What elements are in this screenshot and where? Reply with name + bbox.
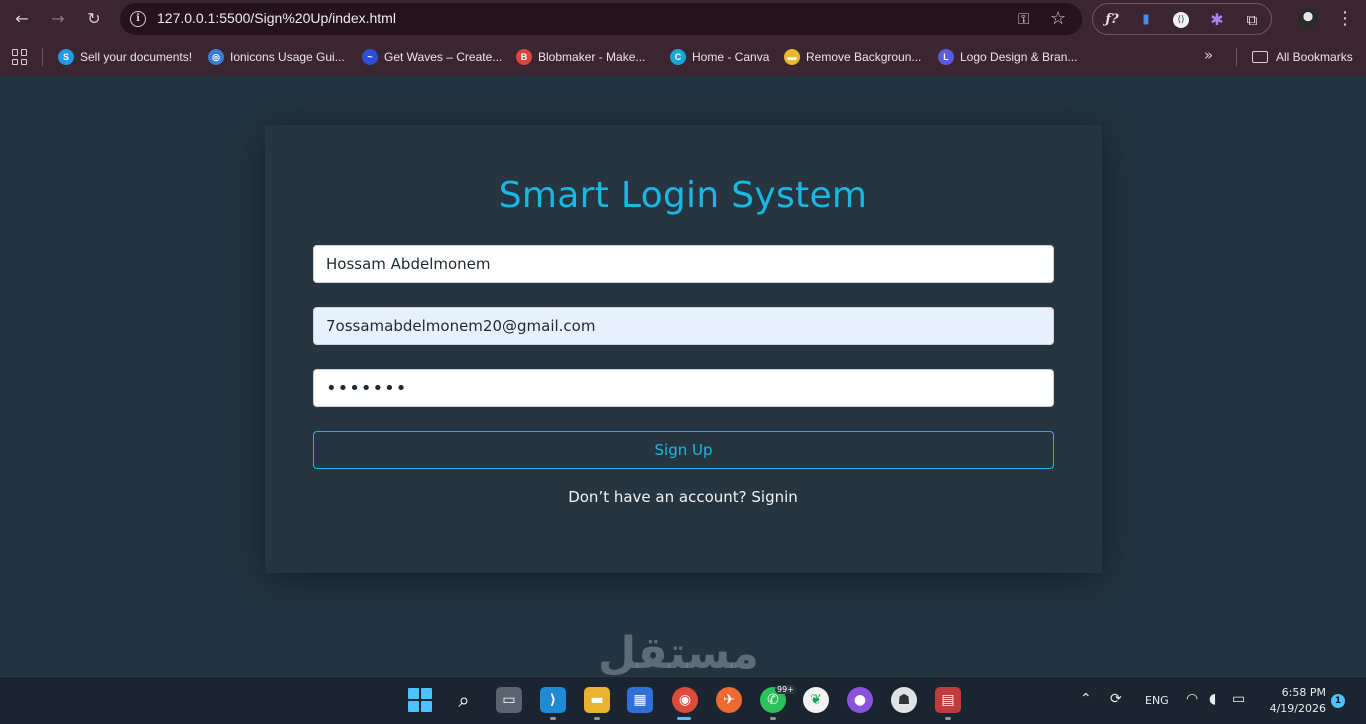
formula-extension-icon[interactable]: ƒ?	[1103, 11, 1121, 29]
account-prompt: Don’t have an account? Signin	[0, 488, 1366, 506]
postman-icon[interactable]: ✈	[716, 687, 742, 713]
bookmark-item[interactable]: B Blobmaker - Make...	[516, 47, 645, 67]
search-icon[interactable]: ⌕	[451, 687, 477, 713]
bookmark-favicon-icon: ▬	[784, 49, 800, 65]
running-indicator	[550, 717, 556, 720]
apps-grid-icon[interactable]	[12, 49, 28, 65]
name-input[interactable]	[313, 245, 1054, 283]
forward-arrow-icon[interactable]: →	[46, 7, 70, 31]
dev-extension-icon[interactable]: ⟨⟩	[1173, 12, 1189, 28]
address-bar[interactable]: i 127.0.0.1:5500/Sign%20Up/index.html ⚿ …	[120, 3, 1082, 35]
signup-button[interactable]: Sign Up	[313, 431, 1054, 469]
document-extension-icon[interactable]: ▮	[1137, 11, 1155, 29]
bookmark-favicon-icon: L	[938, 49, 954, 65]
whatsapp-badge: 99+	[775, 685, 796, 694]
address-url[interactable]: 127.0.0.1:5500/Sign%20Up/index.html	[157, 10, 396, 26]
running-indicator	[677, 717, 691, 720]
running-indicator	[945, 717, 951, 720]
clock-time: 6:58 PM	[1281, 686, 1326, 699]
mongodb-icon[interactable]: ❦	[803, 687, 829, 713]
extensions-group: ƒ? ▮ ⟨⟩ ✱ ⧉	[1092, 3, 1272, 35]
all-bookmarks-label: All Bookmarks	[1276, 50, 1353, 64]
taskbar: ⌕ ▭ ⟩ ▬ ▦ ◉ ✈ ✆ 99+ ❦ ● ☗ ▤ ⌃ ⟳ ENG ◠ ◖ …	[0, 676, 1366, 724]
watermark-logo: مستقل	[598, 628, 759, 679]
bookmark-label: Blobmaker - Make...	[538, 50, 646, 64]
bookmarks-bar: S Sell your documents! ◎ Ionicons Usage …	[0, 38, 1366, 76]
task-view-icon[interactable]: ▭	[496, 687, 522, 713]
bookmark-favicon-icon: ~	[362, 49, 378, 65]
volume-icon[interactable]: ◖	[1209, 691, 1216, 724]
bookmark-label: Get Waves – Create...	[384, 50, 503, 64]
sync-icon[interactable]: ⟳	[1110, 691, 1122, 724]
site-info-icon[interactable]: i	[130, 11, 146, 27]
page-title: Smart Login System	[498, 175, 868, 216]
bookmark-item[interactable]: ◎ Ionicons Usage Gui...	[208, 47, 345, 67]
back-arrow-icon[interactable]: ←	[10, 7, 34, 31]
bookmark-item[interactable]: ▬ Remove Backgroun...	[784, 47, 921, 67]
vscode-icon[interactable]: ⟩	[540, 687, 566, 713]
bookmark-item[interactable]: S Sell your documents!	[58, 47, 192, 67]
bookmark-item[interactable]: L Logo Design & Bran...	[938, 47, 1077, 67]
all-bookmarks-button[interactable]: All Bookmarks	[1252, 47, 1353, 67]
gear-extension-icon[interactable]: ✱	[1208, 11, 1226, 29]
file-explorer-icon[interactable]: ▬	[584, 687, 610, 713]
bookmark-favicon-icon: B	[516, 49, 532, 65]
running-indicator	[770, 717, 776, 720]
browser-menu-icon[interactable]: ⋮	[1336, 7, 1354, 31]
bookmark-item[interactable]: C Home - Canva	[670, 47, 769, 67]
language-indicator[interactable]: ENG	[1145, 694, 1169, 724]
bookmark-favicon-icon: S	[58, 49, 74, 65]
bookmark-label: Home - Canva	[692, 50, 770, 64]
store-icon[interactable]: ▦	[627, 687, 653, 713]
extensions-puzzle-icon[interactable]: ⧉	[1243, 11, 1261, 29]
bookmark-label: Remove Backgroun...	[806, 50, 922, 64]
browser-chrome: ← → ↻ i 127.0.0.1:5500/Sign%20Up/index.h…	[0, 0, 1366, 76]
bookmark-label: Logo Design & Bran...	[960, 50, 1078, 64]
bookmarks-divider	[42, 48, 43, 66]
wifi-icon[interactable]: ◠	[1186, 691, 1198, 724]
more-bookmarks-icon[interactable]: »	[1204, 46, 1213, 64]
email-input[interactable]	[313, 307, 1054, 345]
windows-start-icon[interactable]	[407, 687, 433, 713]
github-icon[interactable]: ●	[847, 687, 873, 713]
app-icon[interactable]: ☗	[891, 687, 917, 713]
reload-icon[interactable]: ↻	[82, 7, 106, 31]
winrar-icon[interactable]: ▤	[935, 687, 961, 713]
password-input[interactable]	[313, 369, 1054, 407]
signin-link[interactable]: Signin	[751, 488, 797, 506]
bookmark-favicon-icon: C	[670, 49, 686, 65]
bookmark-item[interactable]: ~ Get Waves – Create...	[362, 47, 502, 67]
chrome-icon[interactable]: ◉	[672, 687, 698, 713]
profile-avatar[interactable]	[1298, 9, 1318, 29]
bookmark-star-icon[interactable]: ☆	[1050, 8, 1066, 29]
bookmark-label: Sell your documents!	[80, 50, 193, 64]
system-clock[interactable]: 6:58 PM 4/19/2026	[1262, 685, 1326, 717]
folder-icon	[1252, 51, 1268, 63]
battery-icon[interactable]: ▭	[1232, 691, 1245, 724]
clock-date: 4/19/2026	[1269, 702, 1326, 715]
bookmark-label: Ionicons Usage Gui...	[230, 50, 345, 64]
notification-badge[interactable]: 1	[1331, 694, 1345, 708]
tray-chevron-up-icon[interactable]: ⌃	[1080, 691, 1092, 724]
bookmark-favicon-icon: ◎	[208, 49, 224, 65]
account-prompt-text: Don’t have an account?	[568, 488, 752, 506]
password-key-icon[interactable]: ⚿	[1018, 10, 1029, 28]
browser-toolbar: ← → ↻ i 127.0.0.1:5500/Sign%20Up/index.h…	[0, 0, 1366, 38]
bookmarks-divider	[1236, 48, 1237, 66]
running-indicator	[594, 717, 600, 720]
